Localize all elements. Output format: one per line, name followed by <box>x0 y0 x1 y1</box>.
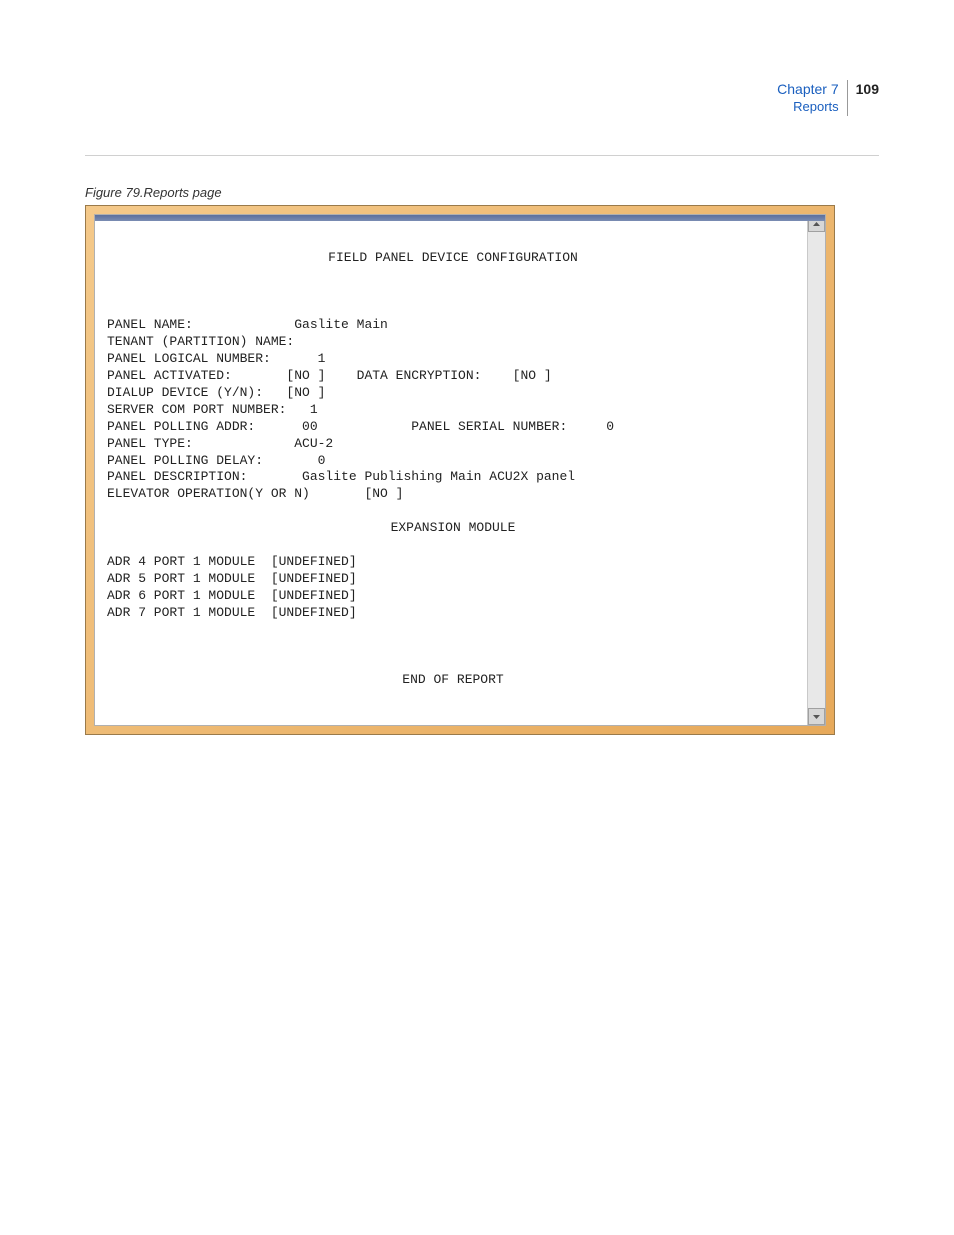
report-section-title: EXPANSION MODULE <box>107 520 799 537</box>
figure-caption: Figure 79.Reports page <box>85 185 222 200</box>
page-header: Chapter 7 Reports 109 <box>777 80 879 116</box>
report-line-elevator: ELEVATOR OPERATION(Y OR N) [NO ] <box>107 486 403 501</box>
report-line-panel-type: PANEL TYPE: ACU-2 <box>107 436 333 451</box>
report-window: FIELD PANEL DEVICE CONFIGURATION PANEL N… <box>94 214 826 726</box>
report-line-description: PANEL DESCRIPTION: Gaslite Publishing Ma… <box>107 469 575 484</box>
figure-screenshot: FIELD PANEL DEVICE CONFIGURATION PANEL N… <box>85 205 835 735</box>
report-line-tenant: TENANT (PARTITION) NAME: <box>107 334 294 349</box>
report-title: FIELD PANEL DEVICE CONFIGURATION <box>107 250 799 267</box>
report-line-polling-addr: PANEL POLLING ADDR: 00 PANEL SERIAL NUMB… <box>107 419 614 434</box>
scroll-down-button[interactable] <box>808 708 825 725</box>
vertical-scrollbar[interactable] <box>807 215 825 725</box>
chevron-up-icon <box>813 222 820 226</box>
report-line-polling-delay: PANEL POLLING DELAY: 0 <box>107 453 325 468</box>
report-line-panel-logical: PANEL LOGICAL NUMBER: 1 <box>107 351 325 366</box>
header-chapter: Chapter 7 <box>777 80 838 98</box>
report-text-area: FIELD PANEL DEVICE CONFIGURATION PANEL N… <box>95 215 807 725</box>
report-line-panel-activated: PANEL ACTIVATED: [NO ] DATA ENCRYPTION: … <box>107 368 552 383</box>
report-line-panel-name: PANEL NAME: Gaslite Main <box>107 317 388 332</box>
report-line-server-com: SERVER COM PORT NUMBER: 1 <box>107 402 318 417</box>
header-section: Reports <box>777 99 838 116</box>
chevron-down-icon <box>813 715 820 719</box>
header-divider <box>85 155 879 156</box>
report-module-4: ADR 7 PORT 1 MODULE [UNDEFINED] <box>107 605 357 620</box>
report-footer: END OF REPORT <box>107 672 799 689</box>
header-page-number: 109 <box>848 80 879 98</box>
report-module-1: ADR 4 PORT 1 MODULE [UNDEFINED] <box>107 554 357 569</box>
report-line-dialup: DIALUP DEVICE (Y/N): [NO ] <box>107 385 325 400</box>
report-module-3: ADR 6 PORT 1 MODULE [UNDEFINED] <box>107 588 357 603</box>
window-titlebar <box>95 215 825 221</box>
report-module-2: ADR 5 PORT 1 MODULE [UNDEFINED] <box>107 571 357 586</box>
